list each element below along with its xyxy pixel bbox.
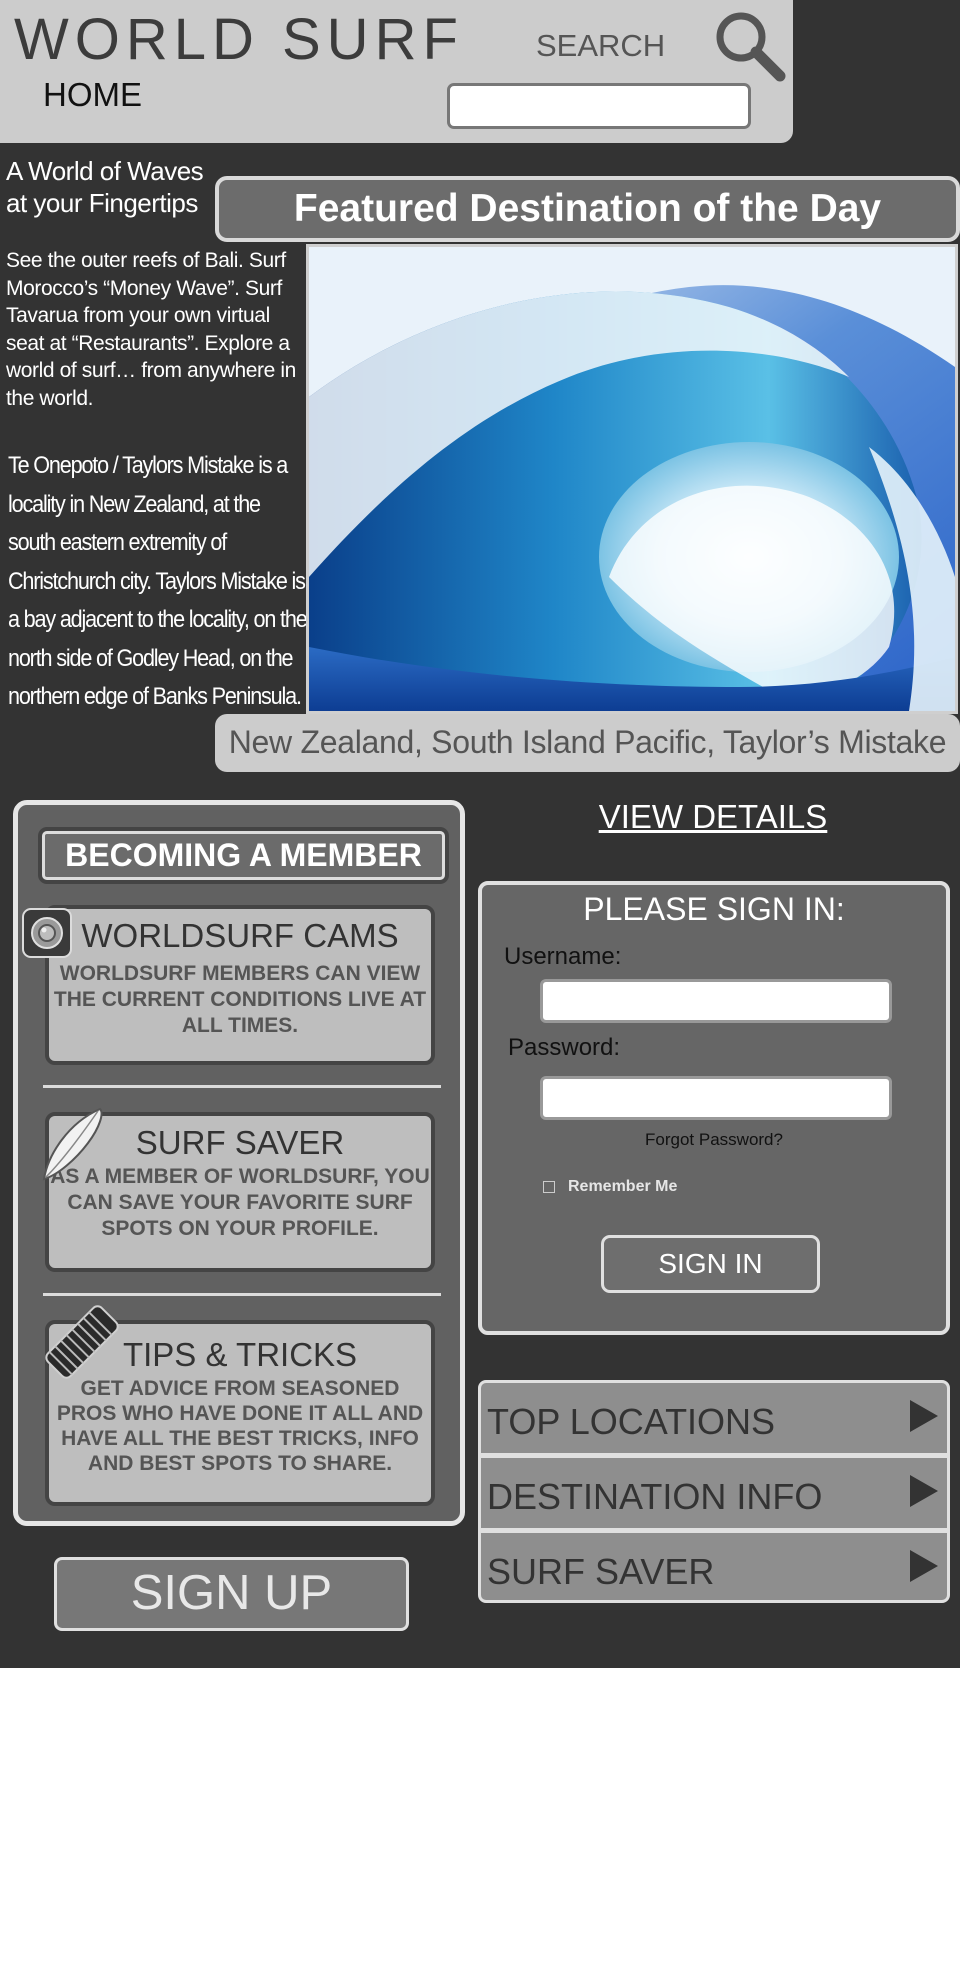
nav-menu: TOP LOCATIONS DESTINATION INFO SURF SAVE… [478,1380,950,1603]
divider [43,1293,441,1296]
search-input[interactable] [447,83,751,129]
nav-item-label: DESTINATION INFO [487,1476,823,1517]
membership-panel: BECOMING A MEMBER WORLDSURF CAMS WORLDSU… [13,800,465,1526]
view-details-link[interactable]: VIEW DETAILS [477,798,949,836]
search-icon[interactable] [712,8,786,82]
remember-me-checkbox[interactable] [543,1181,555,1193]
feature-description: WORLDSURF MEMBERS CAN VIEW THE CURRENT C… [53,962,427,1037]
divider [43,1085,441,1088]
search-label: SEARCH [536,28,666,63]
username-input[interactable] [540,979,892,1023]
site-header: WORLD SURF HOME SEARCH [0,0,793,143]
destination-description: Te Onepoto / Taylors Mistake is a locali… [8,452,308,710]
tagline: A World of Waves at your Fingertips [6,156,204,218]
feature-description: GET ADVICE FROM SEASONED PROS WHO HAVE D… [56,1377,424,1475]
forgot-password-link[interactable]: Forgot Password? [482,1130,946,1150]
featured-wave-image[interactable] [306,244,958,714]
nav-item-label: SURF SAVER [487,1551,715,1592]
sign-in-title: PLEASE SIGN IN: [583,891,845,927]
featured-destination-caption: New Zealand, South Island Pacific, Taylo… [215,714,960,772]
play-arrow-icon [910,1475,938,1507]
nav-item-top-locations[interactable]: TOP LOCATIONS [481,1383,947,1453]
featured-destination-title: Featured Destination of the Day [215,176,960,242]
sign-in-panel: PLEASE SIGN IN: Username: Password: Forg… [478,881,950,1335]
sign-up-button[interactable]: SIGN UP [54,1557,409,1631]
camera-icon [22,908,72,958]
intro-text: See the outer reefs of Bali. Surf Morocc… [6,249,296,410]
surfboard-icon [42,1107,103,1181]
play-arrow-icon [910,1400,938,1432]
nav-item-label: TOP LOCATIONS [487,1401,776,1442]
page-background: WORLD SURF HOME SEARCH A World of Waves … [0,0,960,1668]
nav-item-surf-saver[interactable]: SURF SAVER [481,1533,947,1600]
surfboard-stack-icon [45,1305,119,1379]
site-logo[interactable]: WORLD SURF [14,6,464,73]
nav-item-destination-info[interactable]: DESTINATION INFO [481,1458,947,1528]
home-link[interactable]: HOME [43,76,142,114]
password-label: Password: [508,1034,621,1061]
username-label: Username: [504,943,622,970]
membership-header: BECOMING A MEMBER [38,827,449,884]
feature-card-worldsurf-cams[interactable]: WORLDSURF CAMS WORLDSURF MEMBERS CAN VIE… [45,905,435,1065]
play-arrow-icon [910,1550,938,1582]
sign-in-button[interactable]: SIGN IN [601,1235,820,1293]
password-input[interactable] [540,1076,892,1120]
remember-me-label: Remember Me [568,1178,678,1195]
feature-title: WORLDSURF CAMS [81,917,399,954]
